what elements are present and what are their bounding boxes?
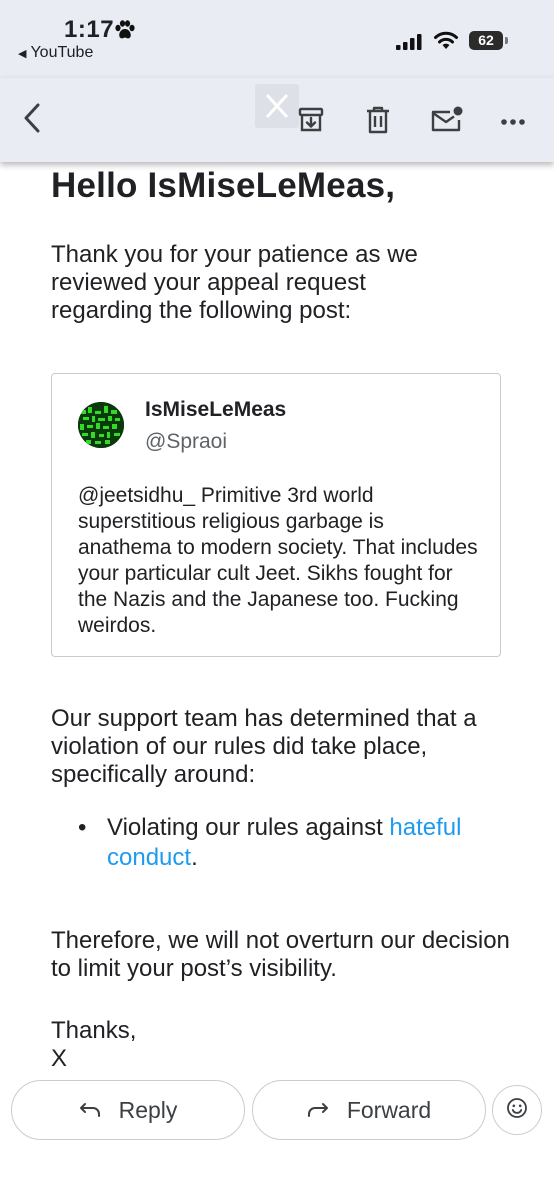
back-triangle-icon: ◀ <box>18 48 27 60</box>
intro-paragraph: Thank you for your patience as we review… <box>51 241 418 324</box>
quoted-post-card[interactable]: IsMiseLeMeas @Spraoi @jeetsidhu_ Primiti… <box>51 373 501 657</box>
forward-label: Forward <box>346 1096 432 1123</box>
smiley-icon <box>506 1097 528 1124</box>
violation-suffix: . <box>191 844 198 871</box>
battery-icon: 62 <box>469 31 503 50</box>
more-icon <box>500 113 526 131</box>
violation-text: Violating our rules against hateful cond… <box>107 813 507 873</box>
back-button[interactable] <box>14 100 50 140</box>
email-body: Hello IsMiseLeMeas, Thank you for your p… <box>0 162 554 1073</box>
wifi-icon <box>433 30 459 55</box>
status-time: 1:17 <box>64 16 115 43</box>
signoff-text: Thanks, <box>51 1017 137 1044</box>
signature-text: X <box>51 1045 68 1072</box>
paw-icon <box>114 20 136 45</box>
determination-paragraph: Our support team has determined that a v… <box>51 705 477 788</box>
bottom-action-bar: Reply Forward <box>0 1070 554 1200</box>
post-handle: @Spraoi <box>145 430 228 453</box>
back-to-app-link[interactable]: ◀ YouTube <box>18 44 93 62</box>
forward-button[interactable]: Forward <box>252 1080 486 1140</box>
cellular-signal-icon <box>396 34 422 55</box>
violation-prefix: Violating our rules against <box>107 814 390 841</box>
delete-button[interactable] <box>360 104 396 140</box>
bullet-dot: • <box>78 814 87 841</box>
reply-icon <box>79 1102 101 1118</box>
trash-icon <box>365 105 391 140</box>
battery-nub <box>505 37 508 44</box>
more-options-button[interactable] <box>495 108 531 136</box>
mark-unread-button[interactable] <box>427 104 467 140</box>
forward-icon <box>307 1102 329 1118</box>
reply-button[interactable]: Reply <box>11 1080 245 1140</box>
status-bar: 1:17 ◀ YouTube 62 <box>0 0 554 78</box>
battery-percent: 62 <box>478 32 494 48</box>
archive-icon <box>297 106 325 139</box>
greeting-heading: Hello IsMiseLeMeas, <box>51 166 396 205</box>
signoff-block: Thanks, X <box>51 1017 251 1073</box>
back-app-label: YouTube <box>30 44 94 61</box>
back-arrow-icon <box>22 103 42 138</box>
email-toolbar <box>0 78 554 162</box>
emoji-reaction-button[interactable] <box>492 1085 542 1135</box>
conclusion-paragraph: Therefore, we will not overturn our deci… <box>51 927 510 982</box>
post-text: @jeetsidhu_ Primitive 3rd world supersti… <box>78 484 478 637</box>
post-display-name: IsMiseLeMeas <box>145 398 287 421</box>
mark-unread-icon <box>430 106 464 139</box>
archive-button[interactable] <box>293 104 329 140</box>
reply-label: Reply <box>118 1096 178 1123</box>
avatar <box>78 402 124 448</box>
